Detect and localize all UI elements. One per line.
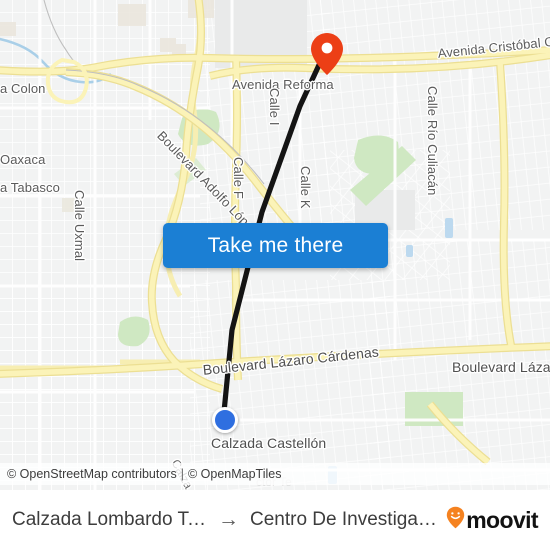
arrow-right-icon: → xyxy=(218,508,239,531)
destination-pin-icon[interactable] xyxy=(310,32,344,76)
moovit-wordmark: moovit xyxy=(466,506,538,533)
trip-summary-bar: Calzada Lombardo Tole… → Centro De Inves… xyxy=(0,490,550,550)
trip-destination-label[interactable]: Centro De Investigacio… xyxy=(250,509,445,531)
origin-dot-icon[interactable] xyxy=(212,407,238,433)
take-me-there-button[interactable]: Take me there xyxy=(163,223,388,268)
moovit-trip-map-screen: ctor Te a ColonOaxacaa TabascoCalle Uxma… xyxy=(0,0,550,550)
attribution-openmaptiles[interactable]: © OpenMapTiles xyxy=(188,467,282,481)
attribution-osm[interactable]: © OpenStreetMap contributors xyxy=(7,467,177,481)
attribution-separator: | xyxy=(180,467,184,481)
moovit-logo[interactable]: moovit xyxy=(446,506,539,534)
map-canvas[interactable]: ctor Te a ColonOaxacaa TabascoCalle Uxma… xyxy=(0,0,550,490)
trip-origin-label[interactable]: Calzada Lombardo Tole… xyxy=(12,509,207,531)
moovit-pin-icon xyxy=(446,506,465,534)
map-attribution: © OpenStreetMap contributors | © OpenMap… xyxy=(0,463,550,485)
